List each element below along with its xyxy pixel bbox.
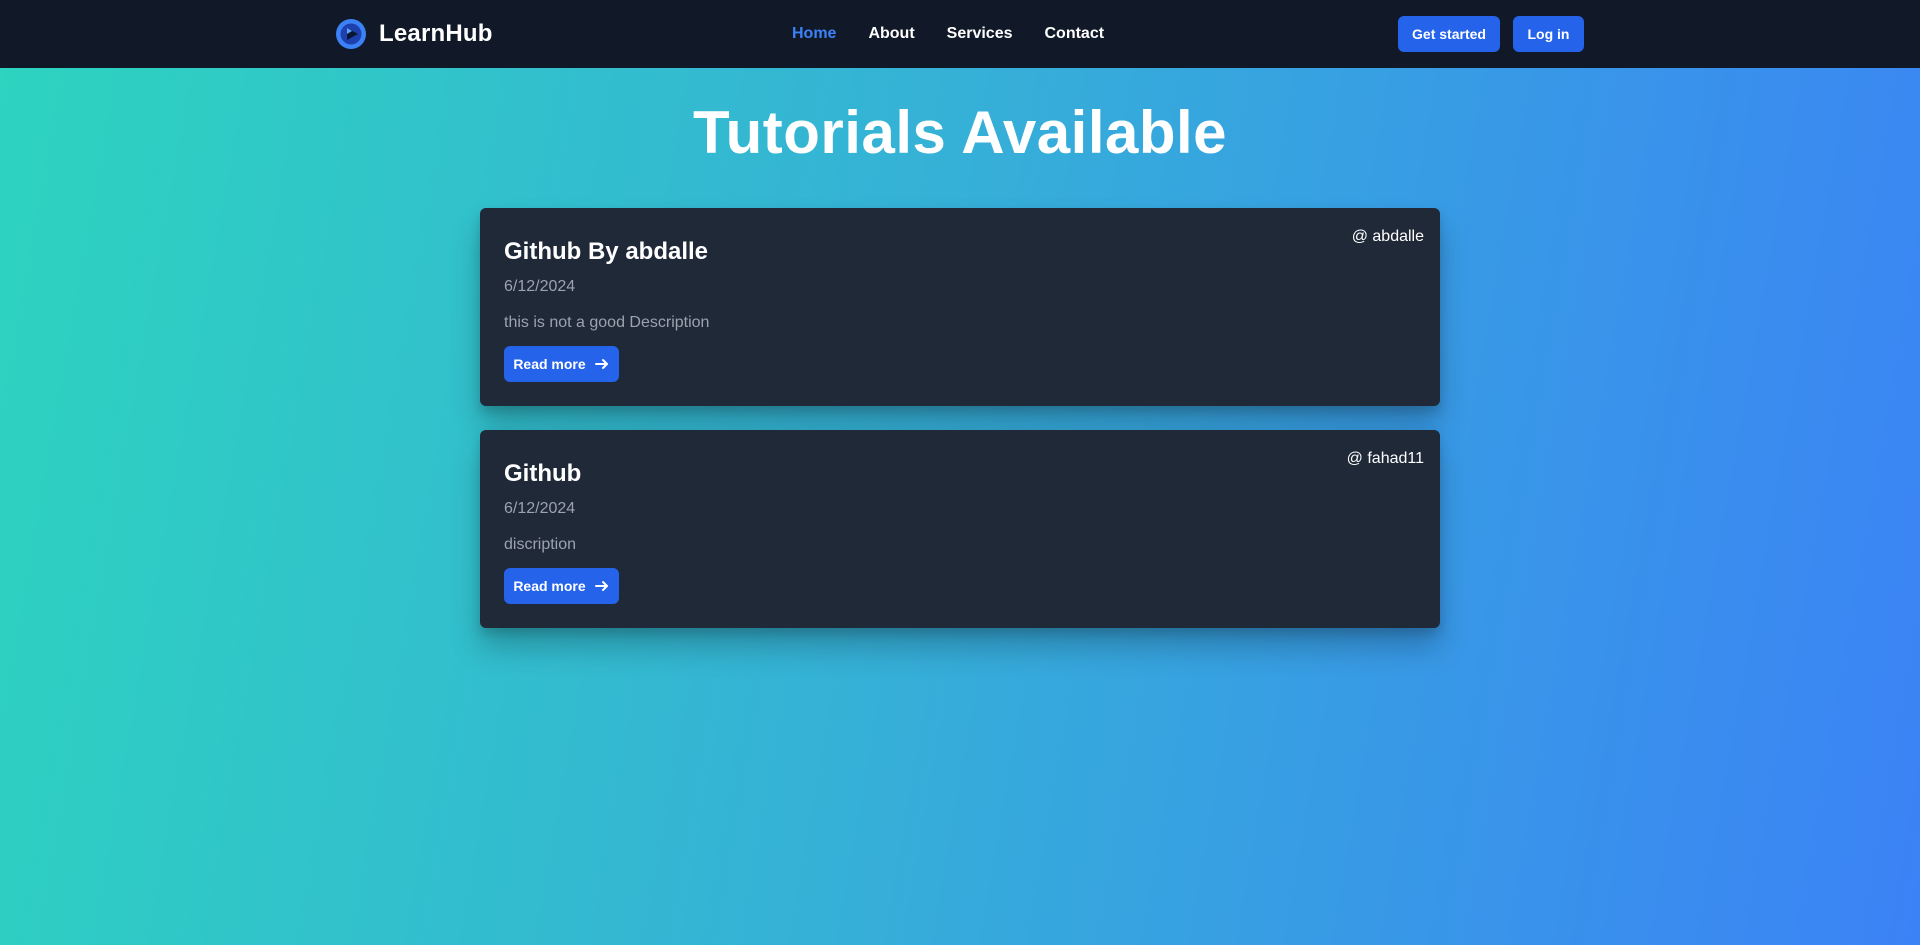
tutorial-card: @ fahad11 Github 6/12/2024 discription R…	[480, 430, 1440, 628]
main-nav: Home About Services Contact	[792, 24, 1104, 44]
read-more-label: Read more	[513, 578, 586, 594]
read-more-button[interactable]: Read more	[504, 346, 619, 382]
card-author: @ fahad11	[1346, 450, 1424, 467]
arrow-right-icon	[594, 359, 608, 369]
tutorial-card: @ abdalle Github By abdalle 6/12/2024 th…	[480, 208, 1440, 406]
card-description: discription	[504, 536, 577, 553]
card-date: 6/12/2024	[504, 500, 576, 517]
arrow-right-icon	[594, 581, 608, 591]
card-author: @ abdalle	[1351, 228, 1424, 245]
nav-link-contact[interactable]: Contact	[1045, 25, 1105, 43]
navbar: LearnHub Home About Services Contact Get…	[0, 0, 1920, 68]
card-title: Github By abdalle	[504, 238, 709, 265]
brand[interactable]: LearnHub	[335, 18, 493, 50]
get-started-button[interactable]: Get started	[1398, 16, 1500, 52]
nav-link-services[interactable]: Services	[947, 25, 1013, 43]
card-title: Github	[504, 460, 582, 487]
read-more-label: Read more	[513, 356, 586, 372]
card-description: this is not a good Description	[504, 314, 710, 331]
brand-name: LearnHub	[379, 20, 493, 47]
page-title: Tutorials Available	[692, 99, 1228, 166]
nav-link-about[interactable]: About	[868, 25, 914, 43]
nav-actions: Get started Log in	[1398, 16, 1584, 52]
brand-logo-icon	[336, 19, 366, 49]
login-button[interactable]: Log in	[1513, 16, 1584, 52]
nav-link-home[interactable]: Home	[792, 25, 836, 43]
tutorial-list: @ abdalle Github By abdalle 6/12/2024 th…	[480, 208, 1440, 652]
read-more-button[interactable]: Read more	[504, 568, 619, 604]
card-date: 6/12/2024	[504, 278, 576, 295]
